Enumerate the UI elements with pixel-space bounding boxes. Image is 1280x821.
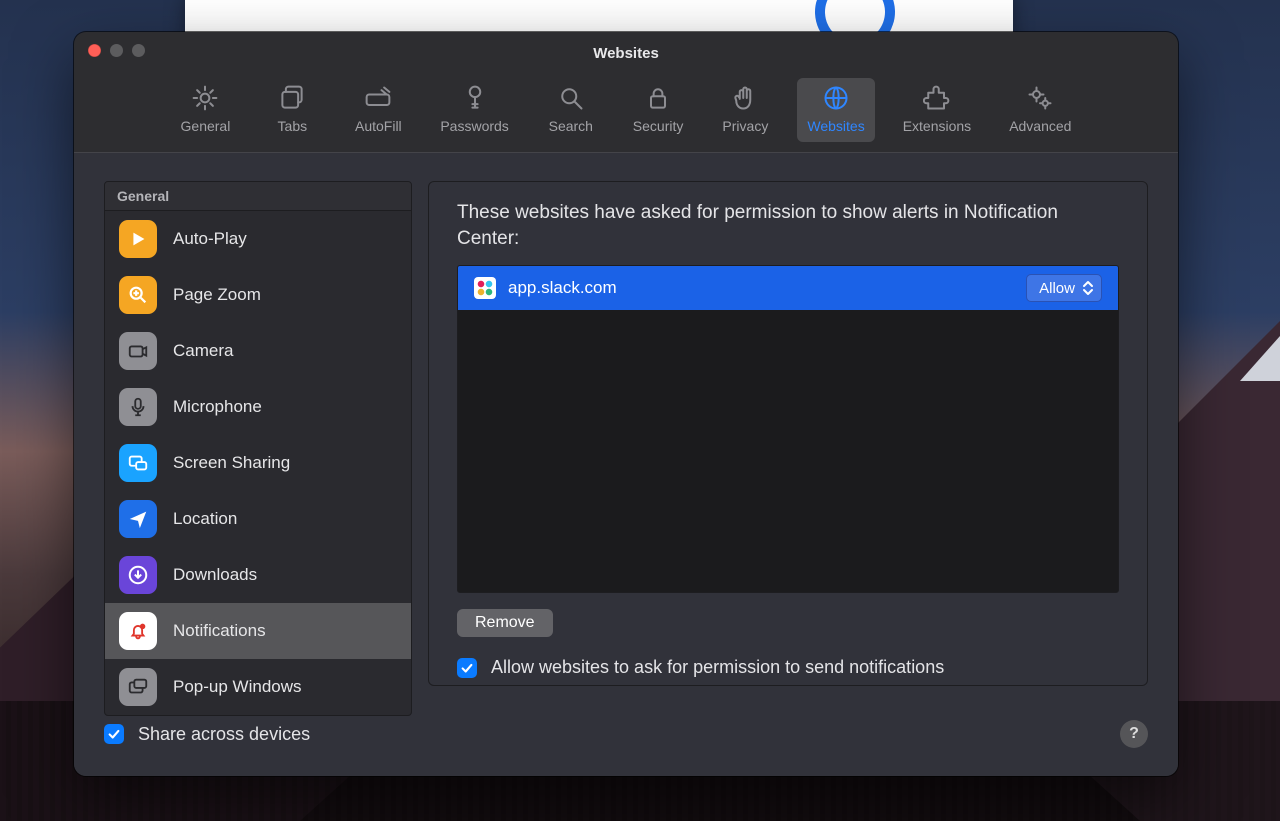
tab-label: Passwords — [440, 118, 508, 134]
camera-icon — [119, 332, 157, 370]
screenshare-icon — [119, 444, 157, 482]
window-title: Websites — [74, 39, 1178, 62]
sidebar-item-label: Auto-Play — [173, 229, 247, 249]
panel-heading: These websites have asked for permission… — [457, 200, 1119, 251]
permission-select[interactable]: Allow — [1026, 274, 1102, 302]
sidebar-item-label: Screen Sharing — [173, 453, 290, 473]
tab-label: Privacy — [722, 118, 768, 134]
tab-general[interactable]: General — [171, 78, 241, 142]
tab-websites[interactable]: Websites — [797, 78, 874, 142]
window-close-button[interactable] — [88, 44, 101, 57]
key-icon — [461, 84, 489, 112]
panel-footer: Share across devices ? — [104, 720, 1148, 748]
sidebar-item-label: Camera — [173, 341, 233, 361]
tab-label: AutoFill — [355, 118, 402, 134]
tab-label: Search — [549, 118, 593, 134]
tab-search[interactable]: Search — [537, 78, 605, 142]
website-domain: app.slack.com — [508, 278, 617, 298]
sidebar-item-pagezoom[interactable]: Page Zoom — [105, 267, 411, 323]
tab-label: Security — [633, 118, 684, 134]
sidebar-item-notifications[interactable]: Notifications — [105, 603, 411, 659]
sidebar-item-label: Location — [173, 509, 237, 529]
gear-icon — [191, 84, 219, 112]
sidebar-item-label: Downloads — [173, 565, 257, 585]
ask-permission-checkbox[interactable] — [457, 658, 477, 678]
slack-icon — [474, 277, 496, 299]
hand-icon — [731, 84, 759, 112]
preferences-toolbar: General Tabs AutoFill Passwords Search S… — [74, 68, 1178, 153]
sidebar-item-downloads[interactable]: Downloads — [105, 547, 411, 603]
tab-advanced[interactable]: Advanced — [999, 78, 1081, 142]
help-button[interactable]: ? — [1120, 720, 1148, 748]
websites-sidebar: General Auto-Play Page Zoom Camera — [104, 181, 412, 716]
popup-icon — [119, 668, 157, 706]
share-across-devices-checkbox[interactable] — [104, 724, 124, 744]
sidebar-item-microphone[interactable]: Microphone — [105, 379, 411, 435]
preferences-window: Websites General Tabs AutoFill Passwords… — [74, 32, 1178, 776]
zoom-icon — [119, 276, 157, 314]
mic-icon — [119, 388, 157, 426]
sidebar-item-autoplay[interactable]: Auto-Play — [105, 211, 411, 267]
tab-label: Extensions — [903, 118, 971, 134]
tab-label: Websites — [807, 118, 864, 134]
tab-tabs[interactable]: Tabs — [258, 78, 326, 142]
tab-security[interactable]: Security — [623, 78, 694, 142]
tab-label: Tabs — [278, 118, 308, 134]
sidebar-item-label: Microphone — [173, 397, 262, 417]
permission-value: Allow — [1039, 280, 1075, 297]
tab-autofill[interactable]: AutoFill — [344, 78, 412, 142]
window-titlebar[interactable]: Websites — [74, 32, 1178, 68]
sidebar-item-location[interactable]: Location — [105, 491, 411, 547]
remove-button[interactable]: Remove — [457, 609, 553, 637]
lock-icon — [644, 84, 672, 112]
globe-icon — [822, 84, 850, 112]
tab-privacy[interactable]: Privacy — [711, 78, 779, 142]
tab-label: General — [181, 118, 231, 134]
gears-icon — [1026, 84, 1054, 112]
sidebar-section-header: General — [105, 182, 411, 211]
sidebar-item-screensharing[interactable]: Screen Sharing — [105, 435, 411, 491]
window-minimize-button[interactable] — [110, 44, 123, 57]
sidebar-item-label: Pop-up Windows — [173, 677, 302, 697]
tab-passwords[interactable]: Passwords — [430, 78, 518, 142]
location-icon — [119, 500, 157, 538]
bell-icon — [119, 612, 157, 650]
website-row[interactable]: app.slack.com Allow — [458, 266, 1118, 310]
tab-label: Advanced — [1009, 118, 1071, 134]
tabs-icon — [278, 84, 306, 112]
autofill-icon — [364, 84, 392, 112]
sidebar-item-popups[interactable]: Pop-up Windows — [105, 659, 411, 715]
download-icon — [119, 556, 157, 594]
sidebar-item-camera[interactable]: Camera — [105, 323, 411, 379]
sidebar-item-label: Page Zoom — [173, 285, 261, 305]
window-zoom-button[interactable] — [132, 44, 145, 57]
share-across-devices-label: Share across devices — [138, 724, 310, 745]
chevron-updown-icon — [1081, 278, 1095, 298]
ask-permission-label: Allow websites to ask for permission to … — [491, 657, 944, 678]
tab-extensions[interactable]: Extensions — [893, 78, 981, 142]
search-icon — [557, 84, 585, 112]
sidebar-item-label: Notifications — [173, 621, 266, 641]
notifications-panel: These websites have asked for permission… — [428, 181, 1148, 686]
play-icon — [119, 220, 157, 258]
website-permission-list[interactable]: app.slack.com Allow — [457, 265, 1119, 593]
puzzle-icon — [923, 84, 951, 112]
